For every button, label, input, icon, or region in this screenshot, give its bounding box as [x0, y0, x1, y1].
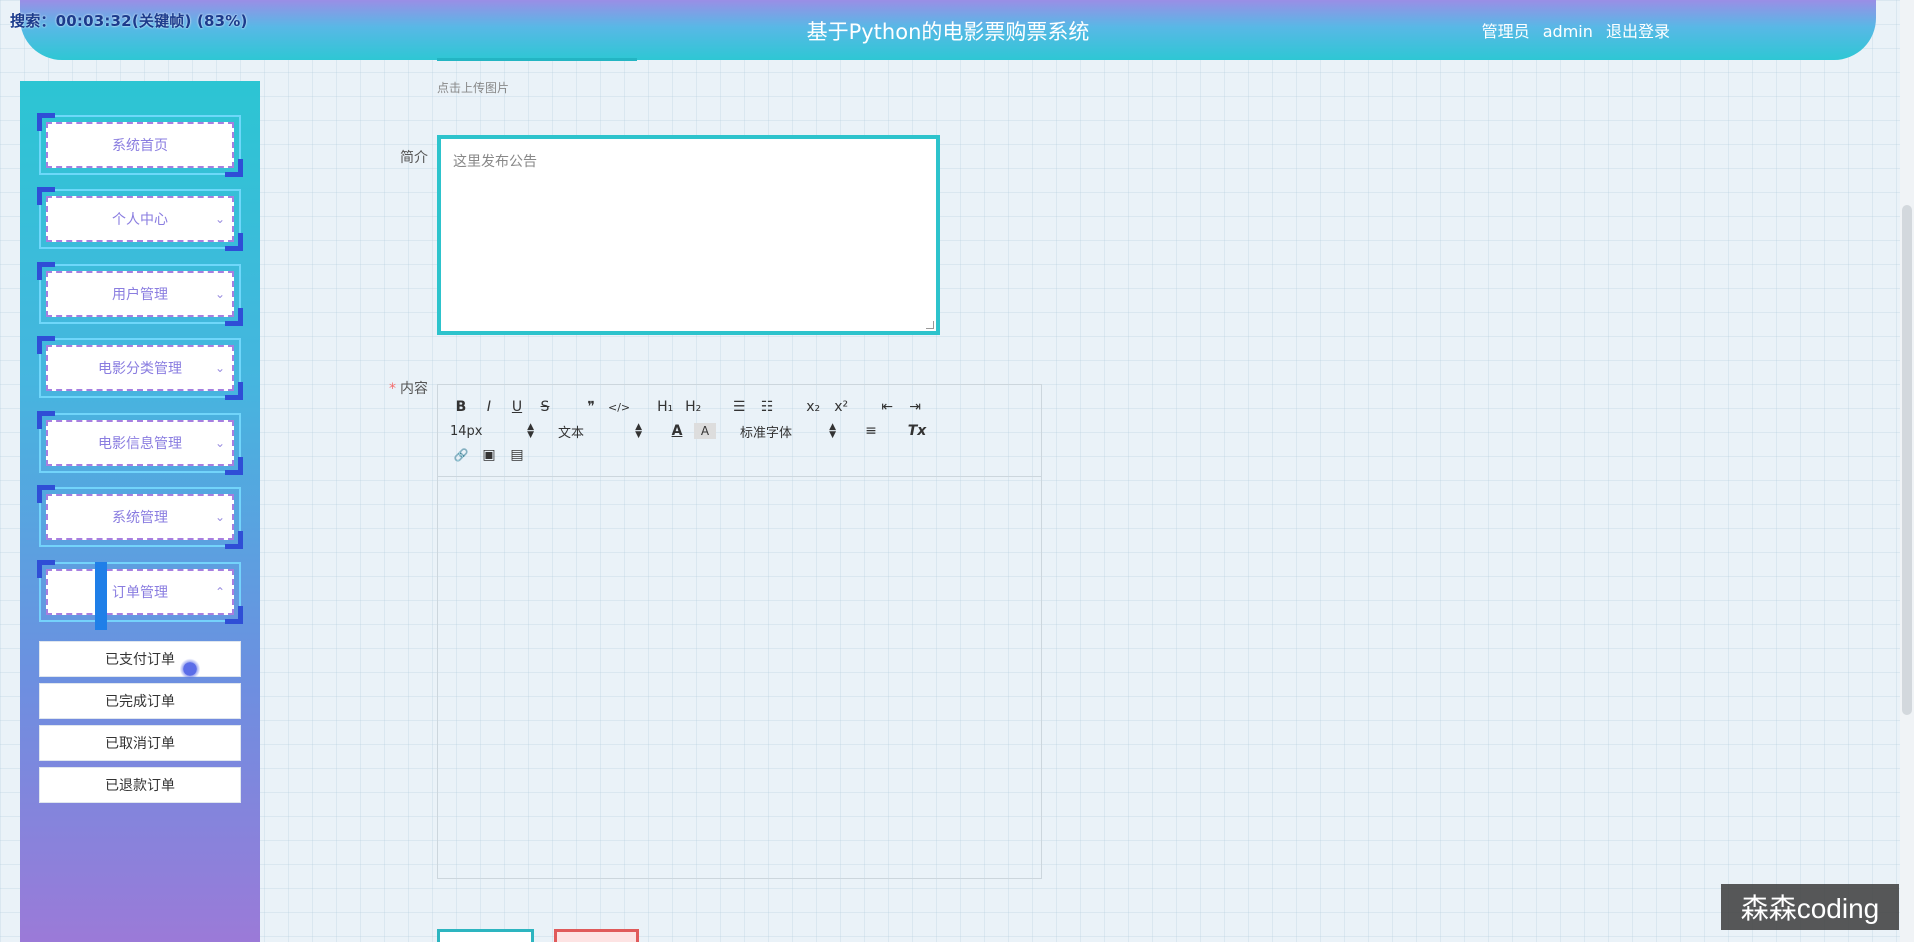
sidebar-item-home[interactable]: 系统首页 — [37, 113, 243, 177]
subscript-icon[interactable]: x₂ — [802, 396, 824, 418]
required-mark: * — [389, 381, 396, 397]
upload-image-bar[interactable] — [437, 58, 637, 61]
heading2-icon[interactable]: H₂ — [682, 396, 704, 418]
align-icon[interactable]: ≡ — [860, 420, 882, 442]
content-label: * 内容 — [368, 378, 428, 398]
sidebar-item-movie-category[interactable]: 电影分类管理 ⌄ — [37, 336, 243, 400]
background-color-icon[interactable]: A — [694, 423, 716, 439]
select-arrows-icon: ▲ ▼ — [635, 422, 642, 440]
sidebar-item-user-management[interactable]: 用户管理 ⌄ — [37, 262, 243, 326]
intro-textarea[interactable] — [441, 139, 936, 331]
image-icon[interactable]: ▣ — [478, 444, 500, 466]
font-size-select[interactable]: 14px ▲ ▼ — [450, 422, 534, 440]
user-role: 管理员 — [1481, 22, 1530, 41]
scrollbar-thumb[interactable] — [1902, 205, 1912, 715]
submit-button[interactable] — [437, 929, 534, 942]
superscript-icon[interactable]: x² — [830, 396, 852, 418]
rich-text-editor: B I U S ❞ </> H₁ H₂ ☰ ☷ x₂ x² ⇤ ⇥ 14px ▲… — [437, 384, 1042, 879]
submenu-cancelled-orders[interactable]: 已取消订单 — [39, 725, 241, 761]
ordered-list-icon[interactable]: ☰ — [728, 396, 750, 418]
submenu-paid-orders[interactable]: 已支付订单 — [39, 641, 241, 677]
watermark: 森森coding — [1721, 884, 1899, 930]
user-name: admin — [1542, 22, 1593, 41]
link-icon[interactable]: 🔗 — [450, 444, 472, 466]
bold-icon[interactable]: B — [450, 396, 472, 418]
code-block-icon[interactable]: </> — [608, 396, 630, 418]
menu-label: 电影信息管理 — [98, 436, 182, 452]
chevron-down-icon: ⌄ — [214, 361, 226, 375]
menu-label: 订单管理 — [112, 585, 168, 601]
chevron-up-icon: ⌃ — [214, 585, 226, 599]
active-indicator — [95, 562, 107, 630]
chevron-down-icon: ⌄ — [214, 510, 226, 524]
editor-toolbar: B I U S ❞ </> H₁ H₂ ☰ ☷ x₂ x² ⇤ ⇥ 14px ▲… — [438, 385, 1041, 477]
upload-hint: 点击上传图片 — [437, 81, 510, 95]
logout-link[interactable]: 退出登录 — [1606, 22, 1670, 41]
toolbar-row-2: 14px ▲ ▼ 文本 ▲ ▼ A A 标准字体 ▲ ▼ ≡ Tx — [450, 419, 1029, 443]
top-header: 基于Python的电影票购票系统 管理员 admin 退出登录 — [20, 0, 1876, 60]
blockquote-icon[interactable]: ❞ — [580, 396, 602, 418]
bullet-list-icon[interactable]: ☷ — [756, 396, 778, 418]
menu-label: 电影分类管理 — [98, 361, 182, 377]
sidebar: 系统首页 个人中心 ⌄ 用户管理 ⌄ 电影分类管理 ⌄ 电影信息管理 ⌄ 系统管… — [20, 81, 260, 942]
recording-overlay: 搜索：00:03:32(关键帧) (83%) — [10, 12, 248, 30]
scrollbar[interactable] — [1900, 0, 1914, 942]
intro-textarea-wrapper — [437, 135, 940, 335]
underline-icon[interactable]: U — [506, 396, 528, 418]
font-size-value: 14px — [450, 423, 483, 439]
sidebar-item-order-management[interactable]: 订单管理 ⌃ — [37, 560, 243, 624]
select-arrows-icon: ▲ ▼ — [527, 422, 534, 440]
select-arrows-icon: ▲ ▼ — [829, 422, 836, 440]
italic-icon[interactable]: I — [478, 396, 500, 418]
sidebar-item-personal-center[interactable]: 个人中心 ⌄ — [37, 187, 243, 251]
menu-label: 个人中心 — [112, 212, 168, 228]
font-family-value: 标准字体 — [740, 425, 793, 441]
submenu-refunded-orders[interactable]: 已退款订单 — [39, 767, 241, 803]
block-type-value: 文本 — [558, 425, 585, 441]
heading1-icon[interactable]: H₁ — [654, 396, 676, 418]
text-color-icon[interactable]: A — [666, 420, 688, 442]
outdent-icon[interactable]: ⇤ — [876, 396, 898, 418]
video-icon[interactable]: ▤ — [506, 444, 528, 466]
sidebar-item-movie-info[interactable]: 电影信息管理 ⌄ — [37, 411, 243, 475]
resize-handle-icon[interactable] — [926, 321, 934, 329]
submenu-completed-orders[interactable]: 已完成订单 — [39, 683, 241, 719]
editor-content-area[interactable] — [438, 477, 1041, 878]
toolbar-row-3: 🔗 ▣ ▤ — [450, 443, 1029, 467]
intro-label: 简介 — [400, 150, 428, 166]
indent-icon[interactable]: ⇥ — [904, 396, 926, 418]
sidebar-item-system-management[interactable]: 系统管理 ⌄ — [37, 485, 243, 549]
toolbar-row-1: B I U S ❞ </> H₁ H₂ ☰ ☷ x₂ x² ⇤ ⇥ — [450, 395, 1029, 419]
menu-label: 用户管理 — [112, 287, 168, 303]
chevron-down-icon: ⌄ — [214, 436, 226, 450]
cancel-button[interactable] — [554, 929, 639, 942]
strikethrough-icon[interactable]: S — [534, 396, 556, 418]
font-family-select[interactable]: 标准字体 ▲ ▼ — [740, 422, 836, 441]
menu-label: 系统管理 — [112, 510, 168, 526]
user-area: 管理员 admin 退出登录 — [1474, 18, 1670, 42]
mouse-cursor-icon — [180, 658, 200, 680]
chevron-down-icon: ⌄ — [214, 287, 226, 301]
chevron-down-icon: ⌄ — [214, 212, 226, 226]
block-type-select[interactable]: 文本 ▲ ▼ — [558, 422, 642, 441]
menu-label: 系统首页 — [46, 122, 234, 168]
content-label-text: 内容 — [400, 381, 428, 397]
clear-format-icon[interactable]: Tx — [906, 420, 928, 442]
